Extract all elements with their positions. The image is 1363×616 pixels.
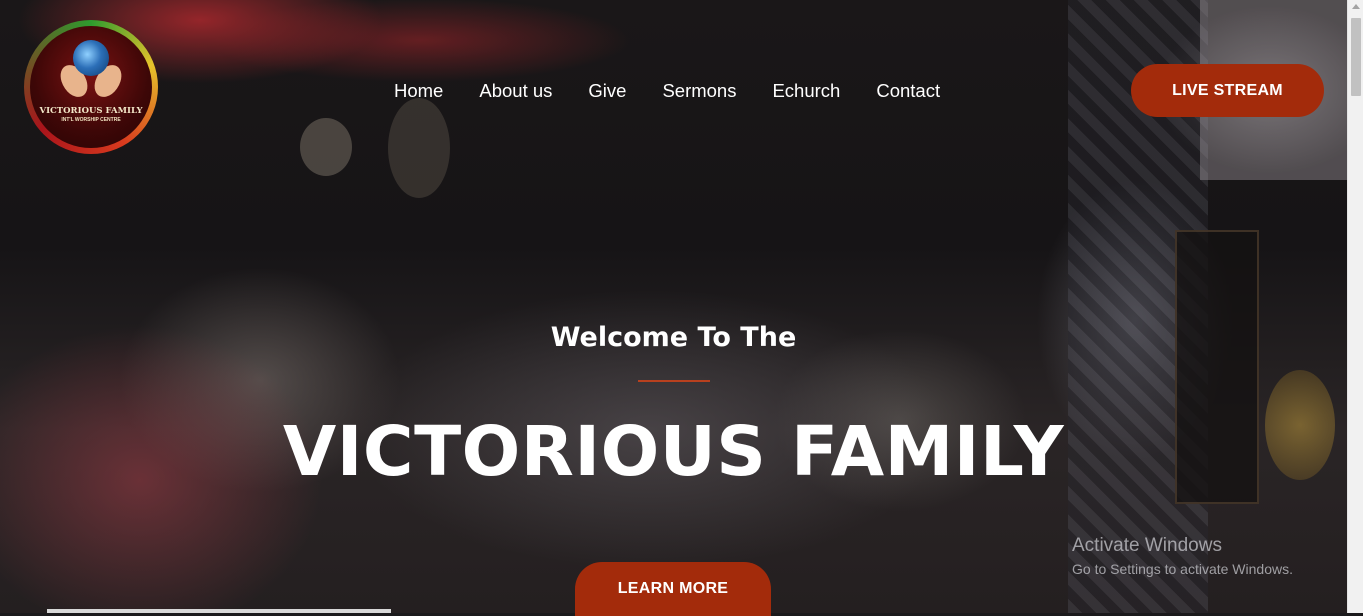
nav-contact[interactable]: Contact	[858, 78, 958, 104]
welcome-heading: Welcome To The	[550, 322, 797, 353]
learn-more-button[interactable]: LEARN MORE	[575, 562, 771, 616]
scrollbar-thumb[interactable]	[1351, 18, 1361, 96]
nav-about-us[interactable]: About us	[461, 78, 570, 104]
hero-title: VICTORIOUS FAMILY	[282, 412, 1065, 492]
wall-fan	[300, 118, 352, 176]
nav-sermons[interactable]: Sermons	[644, 78, 754, 104]
horizontal-scroll-indicator	[47, 609, 391, 613]
site-logo[interactable]: VICTORIOUS FAMILY INT'L WORSHIP CENTRE	[24, 20, 158, 154]
main-navigation: Home About us Give Sermons Echurch Conta…	[376, 78, 958, 104]
heading-divider	[638, 380, 710, 382]
logo-name: VICTORIOUS FAMILY	[39, 106, 143, 116]
logo-subtitle: INT'L WORSHIP CENTRE	[61, 117, 121, 123]
live-stream-button[interactable]: LIVE STREAM	[1131, 64, 1324, 117]
nav-echurch[interactable]: Echurch	[754, 78, 858, 104]
vertical-scrollbar[interactable]	[1347, 0, 1363, 613]
activate-windows-subtitle: Go to Settings to activate Windows.	[1072, 561, 1293, 577]
activate-windows-title: Activate Windows	[1072, 535, 1222, 556]
scroll-up-arrow-icon[interactable]	[1352, 4, 1360, 9]
nav-home[interactable]: Home	[376, 78, 461, 104]
logo-emblem: VICTORIOUS FAMILY INT'L WORSHIP CENTRE	[30, 26, 152, 148]
wall-fan	[388, 98, 450, 198]
nav-give[interactable]: Give	[570, 78, 644, 104]
globe-icon	[73, 40, 109, 76]
